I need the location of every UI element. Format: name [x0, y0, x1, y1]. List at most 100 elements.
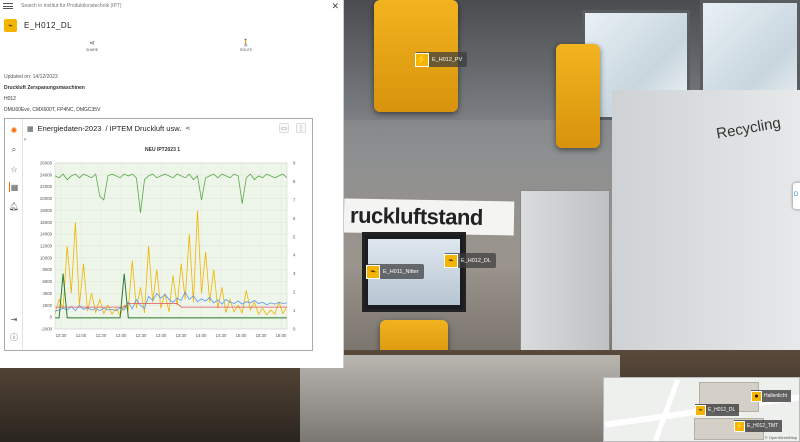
- share-icon[interactable]: ⋖: [185, 125, 190, 132]
- close-icon[interactable]: ✕: [331, 1, 339, 11]
- poi-actions: ⋖ SHARE 🚶 ROUTE: [0, 40, 344, 58]
- y-left-tick-label: 0: [50, 315, 53, 320]
- y-right-tick-label: 2: [293, 290, 296, 295]
- x-tick-label: 11:30: [96, 333, 107, 338]
- y-left-tick-label: 18000: [40, 208, 53, 213]
- sign-in-icon[interactable]: ⇥: [9, 314, 19, 324]
- y-right-tick-label: 7: [293, 197, 296, 202]
- y-left-tick-label: 10000: [40, 255, 53, 260]
- poi-title-row: ⌁ E_H012_DL: [4, 19, 72, 32]
- y-left-tick-label: 16000: [40, 220, 53, 225]
- dashboards-icon[interactable]: ▦: [9, 182, 19, 192]
- map-pin-label: E_H012_DL: [708, 407, 736, 413]
- y-right-tick-label: 6: [293, 216, 296, 221]
- side-panel-tab[interactable]: D: [793, 183, 800, 209]
- y-right-tick-label: 3: [293, 271, 296, 276]
- route-label: ROUTE: [240, 48, 253, 52]
- x-tick-label: 11:00: [76, 333, 87, 338]
- hotspot-e-h012-pv[interactable]: ⚡ E_H012_PV: [415, 52, 468, 67]
- plug-icon: ⌁: [695, 404, 706, 416]
- minimap[interactable]: ● Hallenlicht ⌁ E_H012_DL ⚡ E_H012_TMT ©…: [603, 377, 800, 442]
- hotspot-label: E_H012_PV: [432, 56, 463, 63]
- y-right-tick-label: 0: [293, 327, 296, 332]
- druckluftstand-banner: ruckluftstand: [343, 198, 515, 236]
- energy-chart[interactable]: 2600024000220002000018000160001400012000…: [23, 153, 312, 350]
- grid-icon: ▦: [27, 125, 34, 133]
- y-left-tick-label: 24000: [40, 172, 53, 177]
- y-left-tick-label: 14000: [40, 232, 53, 237]
- x-tick-label: 12:00: [116, 333, 127, 338]
- grafana-logo-icon[interactable]: ✺: [9, 125, 19, 135]
- poi-machines: DMU60Evo, CMX600T, FP4NC, DMGC35V: [4, 107, 101, 113]
- poi-title: E_H012_DL: [24, 21, 73, 30]
- bell-icon[interactable]: 🔔︎: [9, 201, 19, 211]
- lightbulb-icon: ●: [751, 390, 762, 402]
- share-button[interactable]: ⋖ SHARE: [86, 40, 98, 52]
- dashboard-title[interactable]: Energiedaten-2023: [38, 124, 102, 133]
- y-right-tick-label: 1: [293, 308, 296, 313]
- lightning-icon: ⚡: [415, 52, 429, 67]
- dashboard-header: ▦ Energiedaten-2023 / IPTEM Druckluft us…: [27, 124, 190, 133]
- share-icon: ⋖: [89, 40, 95, 47]
- y-right-tick-label: 5: [293, 234, 296, 239]
- search-bar: ✕: [0, 0, 344, 12]
- y-left-tick-label: 4000: [42, 291, 52, 296]
- map-pin-e-h012-tmt[interactable]: ⚡ E_H012_TMT: [734, 420, 783, 432]
- grafana-dashboard[interactable]: ✺ ⌕ ☆ ▦ 🔔︎ ⇥ ⓘ › ▦ Energiedaten-2023 / I…: [4, 118, 313, 351]
- y-left-tick-label: 20000: [40, 196, 53, 201]
- hotspot-e-h012-dl[interactable]: ⌁ E_H012_DL: [444, 253, 496, 268]
- y-left-tick-label: 2000: [42, 303, 52, 308]
- y-right-tick-label: 8: [293, 179, 296, 184]
- poi-info-panel: ✕ ⌁ E_H012_DL ⋖ SHARE 🚶 ROUTE Updated on…: [0, 0, 344, 368]
- dashboard-breadcrumb[interactable]: / IPTEM Druckluft usw.: [105, 124, 181, 133]
- tv-mode-button[interactable]: ▭: [279, 123, 289, 133]
- map-pin-label: E_H012_TMT: [747, 423, 779, 429]
- poi-heading: Druckluft Zerspanungsmaschinen: [4, 85, 85, 91]
- y-left-tick-label: 22000: [40, 184, 53, 189]
- x-tick-label: 15:30: [256, 333, 267, 338]
- updated-date: Updated on: 14/12/2023: [4, 74, 58, 80]
- recycling-wall: [612, 90, 800, 390]
- x-tick-label: 13:30: [176, 333, 187, 338]
- x-tick-label: 16:00: [276, 333, 287, 338]
- y-right-tick-label: 9: [293, 161, 296, 166]
- hotspot-e-h011-nitter[interactable]: ⌁ E_H011_Nitter: [366, 264, 424, 279]
- search-icon[interactable]: ⌕: [9, 145, 19, 155]
- star-icon[interactable]: ☆: [9, 164, 19, 174]
- inverter-cabinet: [556, 44, 600, 148]
- x-tick-label: 12:30: [136, 333, 147, 338]
- map-road: [653, 379, 680, 441]
- lightning-icon: ⚡: [734, 420, 745, 432]
- x-tick-label: 14:30: [216, 333, 227, 338]
- pneumatic-bench: [300, 355, 620, 442]
- plug-icon: ⌁: [444, 253, 458, 268]
- map-attribution[interactable]: © OpenStreetMap: [765, 435, 797, 440]
- x-tick-label: 13:00: [156, 333, 167, 338]
- x-tick-label: 15:00: [236, 333, 247, 338]
- map-pin-hallenlicht[interactable]: ● Hallenlicht: [751, 390, 792, 402]
- y-left-tick-label: 8000: [42, 267, 52, 272]
- route-button[interactable]: 🚶 ROUTE: [240, 40, 252, 52]
- chevron-right-icon[interactable]: ›: [24, 137, 26, 143]
- map-pin-label: Hallenlicht: [764, 393, 788, 399]
- share-label: SHARE: [86, 48, 99, 52]
- more-options-button[interactable]: ⋮: [296, 123, 306, 133]
- y-left-tick-label: -2000: [41, 327, 53, 332]
- plug-icon: ⌁: [4, 19, 17, 32]
- hotspot-label: E_H011_Nitter: [383, 268, 419, 275]
- poi-room: H012: [4, 96, 16, 102]
- y-left-tick-label: 12000: [40, 244, 53, 249]
- y-left-tick-label: 26000: [40, 161, 53, 166]
- map-pin-e-h012-dl[interactable]: ⌁ E_H012_DL: [695, 404, 740, 416]
- plug-icon: ⌁: [366, 264, 380, 279]
- help-icon[interactable]: ⓘ: [9, 332, 19, 342]
- menu-icon[interactable]: [3, 3, 13, 9]
- y-right-tick-label: 4: [293, 253, 296, 258]
- search-input[interactable]: [21, 3, 321, 9]
- x-tick-label: 14:00: [196, 333, 207, 338]
- walking-person-icon: 🚶: [241, 40, 251, 47]
- y-left-tick-label: 6000: [42, 279, 52, 284]
- dashboard-sidebar: ✺ ⌕ ☆ ▦ 🔔︎ ⇥ ⓘ: [5, 119, 23, 350]
- x-tick-label: 10:30: [56, 333, 67, 338]
- hotspot-label: E_H012_DL: [461, 257, 491, 264]
